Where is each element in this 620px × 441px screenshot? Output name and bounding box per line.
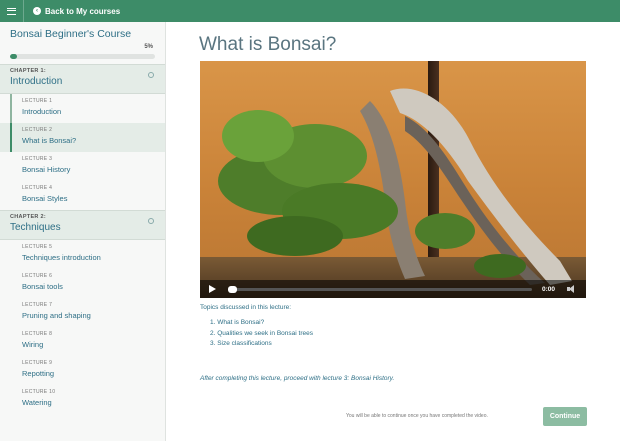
lecture-title: What is Bonsai? bbox=[199, 34, 337, 55]
lecture-kicker: LECTURE 7 bbox=[22, 302, 53, 308]
lecture-kicker: LECTURE 9 bbox=[22, 360, 53, 366]
arrow-left-circle-icon: ‹ bbox=[33, 7, 41, 15]
lecture-item[interactable]: LECTURE 1 Introduction bbox=[0, 94, 165, 123]
lecture-name: Watering bbox=[22, 398, 52, 407]
chapter-2-header[interactable]: CHAPTER 2: Techniques bbox=[0, 210, 165, 240]
chapter-kicker: CHAPTER 2: bbox=[10, 214, 47, 220]
progress-percent: 5% bbox=[144, 44, 153, 50]
lecture-name: Wiring bbox=[22, 340, 44, 349]
topic-item: 3. Size classifications bbox=[210, 340, 272, 347]
lecture-item[interactable]: LECTURE 7 Pruning and shaping bbox=[0, 298, 165, 327]
collapse-toggle-icon[interactable] bbox=[148, 72, 154, 78]
lecture-name: Repotting bbox=[22, 369, 55, 378]
topics-intro: Topics discussed in this lecture: bbox=[200, 304, 292, 311]
lecture-kicker: LECTURE 6 bbox=[22, 273, 53, 279]
topics-list: 1. What is Bonsai? 2. Qualities we seek … bbox=[210, 319, 313, 351]
volume-icon[interactable] bbox=[567, 285, 576, 293]
lecture-kicker: LECTURE 1 bbox=[22, 98, 53, 104]
lecture-name: Pruning and shaping bbox=[22, 311, 91, 320]
back-to-courses-link[interactable]: ‹ Back to My courses bbox=[33, 7, 120, 16]
chapter-name: Introduction bbox=[10, 76, 63, 87]
continue-button[interactable]: Continue bbox=[543, 407, 587, 426]
topic-item: 1. What is Bonsai? bbox=[210, 319, 265, 326]
chapter-1-header[interactable]: CHAPTER 1: Introduction bbox=[0, 64, 165, 94]
next-lecture-note: After completing this lecture, proceed w… bbox=[200, 375, 395, 382]
course-progress: 5% bbox=[0, 44, 165, 64]
collapse-toggle-icon[interactable] bbox=[148, 218, 154, 224]
lecture-name: Introduction bbox=[22, 107, 62, 116]
course-title: Bonsai Beginner's Course bbox=[10, 28, 132, 40]
chapter-kicker: CHAPTER 1: bbox=[10, 68, 47, 74]
play-icon[interactable] bbox=[209, 285, 216, 293]
lecture-content: What is Bonsai? 0:00 Topics discussed in… bbox=[166, 22, 620, 441]
video-scrubber[interactable] bbox=[228, 285, 532, 293]
lecture-kicker: LECTURE 5 bbox=[22, 244, 53, 250]
lecture-item[interactable]: LECTURE 3 Bonsai History bbox=[0, 152, 165, 181]
video-timecode: 0:00 bbox=[541, 285, 555, 293]
top-bar: ‹ Back to My courses bbox=[0, 0, 620, 22]
lecture-item-active[interactable]: LECTURE 2 What is Bonsai? bbox=[0, 123, 165, 152]
progress-fill bbox=[10, 54, 18, 59]
lecture-name: Techniques introduction bbox=[22, 253, 101, 262]
continue-hint: You will be able to continue once you ha… bbox=[346, 413, 488, 419]
lecture-kicker: LECTURE 8 bbox=[22, 331, 53, 337]
video-controls: 0:00 bbox=[200, 280, 586, 298]
lecture-kicker: LECTURE 4 bbox=[22, 185, 53, 191]
back-link-label: Back to My courses bbox=[45, 6, 121, 16]
lecture-item[interactable]: LECTURE 9 Repotting bbox=[0, 356, 165, 385]
lecture-item[interactable]: LECTURE 5 Techniques introduction bbox=[0, 240, 165, 269]
topic-item: 2. Qualities we seek in Bonsai trees bbox=[210, 329, 313, 337]
lecture-item[interactable]: LECTURE 6 Bonsai tools bbox=[0, 269, 165, 298]
lecture-name: Bonsai tools bbox=[22, 282, 63, 291]
course-sidebar: Bonsai Beginner's Course 5% CHAPTER 1: I… bbox=[0, 22, 166, 441]
hamburger-menu-icon[interactable] bbox=[0, 0, 24, 22]
lecture-kicker: LECTURE 2 bbox=[22, 127, 53, 133]
lecture-item[interactable]: LECTURE 10 Watering bbox=[0, 385, 165, 414]
video-player[interactable]: 0:00 bbox=[200, 61, 586, 298]
lecture-kicker: LECTURE 10 bbox=[22, 389, 56, 395]
lecture-item[interactable]: LECTURE 4 Bonsai Styles bbox=[0, 181, 165, 210]
progress-track bbox=[10, 54, 155, 59]
lecture-name: Bonsai Styles bbox=[22, 194, 68, 203]
lecture-name: Bonsai History bbox=[22, 165, 71, 174]
lecture-kicker: LECTURE 3 bbox=[22, 156, 53, 162]
bonsai-tree-image bbox=[218, 88, 572, 285]
lecture-name: What is Bonsai? bbox=[22, 136, 77, 145]
chapter-name: Techniques bbox=[10, 222, 61, 233]
scrubber-handle[interactable] bbox=[228, 285, 237, 293]
lecture-item[interactable]: LECTURE 8 Wiring bbox=[0, 327, 165, 356]
